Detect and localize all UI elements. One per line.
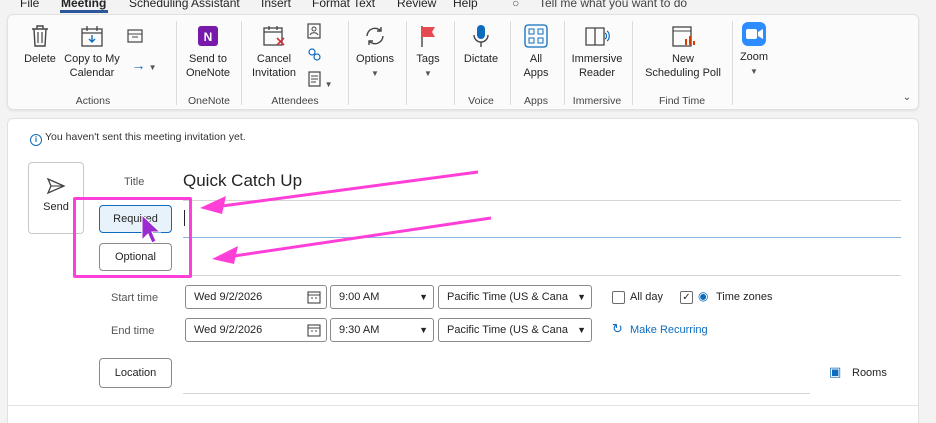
annotation-arrows: [141, 170, 492, 264]
